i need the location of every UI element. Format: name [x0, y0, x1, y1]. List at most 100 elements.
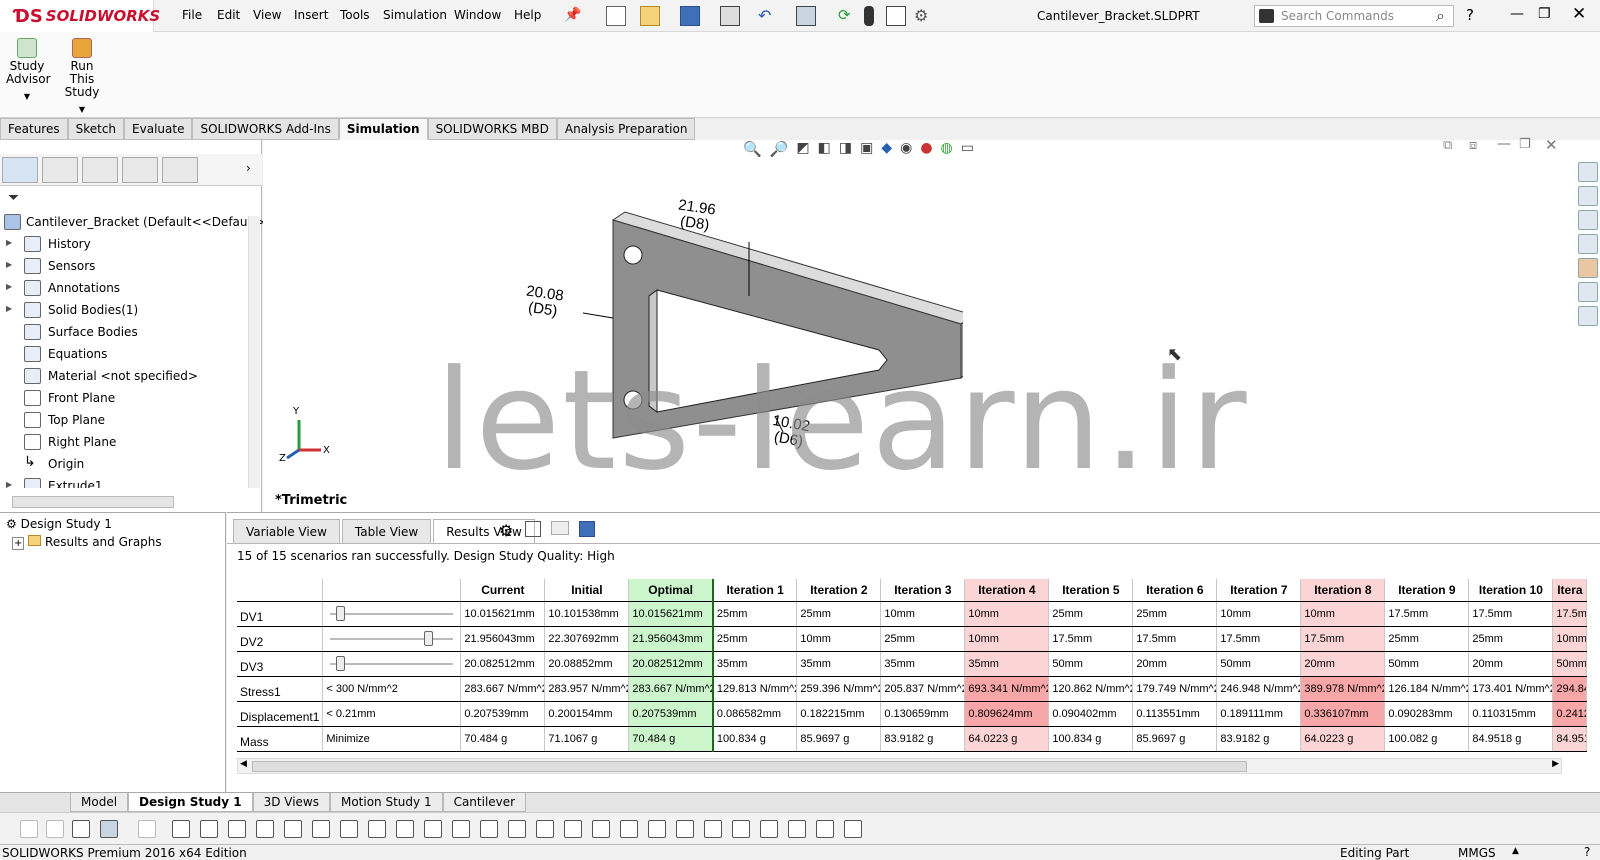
menu-file[interactable]: File	[182, 8, 202, 22]
design-library-icon[interactable]	[1578, 186, 1598, 206]
tree-item-extrude1[interactable]: ▶ Extrude1	[0, 476, 250, 488]
result-cell[interactable]: 20.08852mm	[544, 651, 630, 677]
tab-variable-view[interactable]: Variable View	[233, 519, 340, 543]
tool-icon[interactable]	[312, 820, 330, 838]
result-cell[interactable]: 0.090402mm	[1048, 701, 1134, 727]
feature-manager-tab-icon[interactable]	[2, 157, 38, 183]
variable-slider-cell[interactable]	[322, 601, 462, 627]
result-cell[interactable]: 10mm	[1216, 601, 1302, 627]
tab-motion-study-1[interactable]: Motion Study 1	[329, 793, 443, 812]
options-gear-icon[interactable]: ⚙	[914, 6, 934, 26]
menu-tools[interactable]: Tools	[340, 8, 370, 22]
apply-scene-icon[interactable]: ◍	[941, 140, 953, 160]
expand-arrow-icon[interactable]: ▶	[6, 238, 12, 247]
result-cell[interactable]: 120.862 N/mm^2	[1048, 676, 1134, 702]
tab-analysis-preparation[interactable]: Analysis Preparation	[556, 118, 696, 140]
edit-appearance-icon[interactable]: ●	[920, 140, 932, 160]
tree-horizontal-scrollbar[interactable]	[12, 496, 174, 508]
result-cell[interactable]: 17.5mm	[1048, 626, 1134, 652]
window-split-icon[interactable]: ⧈	[1469, 138, 1477, 153]
tree-item-front-plane[interactable]: Front Plane	[0, 388, 250, 410]
appearances-icon[interactable]	[1578, 258, 1598, 278]
configuration-manager-tab-icon[interactable]	[82, 157, 118, 183]
result-cell[interactable]: 205.837 N/mm^2	[880, 676, 966, 702]
dynamic-annotation-icon[interactable]: ◨	[839, 140, 852, 160]
constraint-cell[interactable]: Minimize	[322, 726, 462, 752]
slider-thumb[interactable]	[423, 630, 433, 646]
tool-icon[interactable]	[844, 820, 862, 838]
display-manager-tab-icon[interactable]	[162, 157, 198, 183]
result-cell[interactable]: 17.5mm	[1384, 601, 1470, 627]
forum-icon[interactable]	[1578, 306, 1598, 326]
result-cell[interactable]: 100.834 g	[712, 726, 798, 752]
header-iteration[interactable]: Iteration 5	[1048, 579, 1134, 602]
tree-vertical-scrollbar[interactable]	[248, 216, 260, 488]
result-cell[interactable]: 17.5mm	[1552, 601, 1588, 627]
result-cell[interactable]: 85.9697 g	[796, 726, 882, 752]
expand-arrow-icon[interactable]: ▶	[6, 480, 12, 488]
result-cell[interactable]: 25mm	[712, 626, 798, 652]
pin-icon[interactable]: 📌	[564, 7, 581, 23]
header-iteration-partial[interactable]: Itera	[1552, 579, 1588, 602]
dimxpert-tab-icon[interactable]	[122, 157, 158, 183]
result-cell[interactable]: 25mm	[880, 626, 966, 652]
result-cell[interactable]: 35mm	[796, 651, 882, 677]
result-cell[interactable]: 10mm	[1300, 601, 1386, 627]
slider-thumb[interactable]	[336, 605, 346, 621]
result-cell[interactable]: 25mm	[796, 601, 882, 627]
solidworks-logo[interactable]: ƊS SOLIDWORKS	[0, 0, 160, 32]
result-cell[interactable]: 0.189111mm	[1216, 701, 1302, 727]
restore-icon[interactable]: ❐	[1538, 6, 1551, 22]
tool-icon[interactable]	[732, 820, 750, 838]
result-cell[interactable]: 35mm	[880, 651, 966, 677]
hide-show-items-icon[interactable]: ◉	[900, 140, 912, 160]
slider-thumb[interactable]	[336, 655, 346, 671]
result-cell[interactable]: 85.9697 g	[1132, 726, 1218, 752]
previous-view-icon[interactable]: ◩	[796, 140, 809, 160]
minimize-icon[interactable]: —	[1510, 6, 1524, 22]
result-cell[interactable]: 20.082512mm	[460, 651, 546, 677]
result-cell[interactable]: 126.184 N/mm^2	[1384, 676, 1470, 702]
chevron-down-icon[interactable]: ▼	[58, 103, 106, 116]
header-iteration[interactable]: Iteration 3	[880, 579, 966, 602]
tool-icon[interactable]	[200, 820, 218, 838]
result-cell[interactable]: 84.9518 g	[1468, 726, 1554, 752]
result-cell[interactable]: 83.9182 g	[1216, 726, 1302, 752]
chevron-right-icon[interactable]: ›	[246, 161, 251, 175]
expand-arrow-icon[interactable]: ▶	[6, 282, 12, 291]
result-cell[interactable]: 25mm	[1468, 626, 1554, 652]
variable-slider[interactable]	[330, 655, 454, 671]
result-cell[interactable]: 25mm	[1384, 626, 1470, 652]
filter-icon[interactable]: ⏷	[8, 190, 19, 206]
result-cell[interactable]: 100.834 g	[1048, 726, 1134, 752]
result-cell[interactable]: 10mm	[796, 626, 882, 652]
tool-icon[interactable]	[172, 820, 190, 838]
result-cell[interactable]: 17.5mm	[1216, 626, 1302, 652]
tree-item-history[interactable]: ▶ History	[0, 234, 250, 256]
traffic-light-icon[interactable]	[864, 6, 874, 26]
scroll-right-icon[interactable]: ▶	[1552, 759, 1559, 769]
result-cell[interactable]: 173.401 N/mm^2	[1468, 676, 1554, 702]
dimension-d5-label[interactable]: 20.08 (D5)	[523, 283, 565, 321]
tree-item-top-plane[interactable]: Top Plane	[0, 410, 250, 432]
result-cell[interactable]: 21.956043mm	[628, 626, 714, 652]
menu-window[interactable]: Window	[454, 8, 501, 22]
run-this-study-button[interactable]: Run This Study ▼	[58, 36, 106, 116]
graphics-area[interactable]: 🔍 🔎 ◩ ◧ ◨ ▣ ◆ ◉ ● ◍ ▭ ⧉ ⧈ — ❐ ✕ 21.96 (D…	[263, 136, 1600, 512]
tool-icon[interactable]	[508, 820, 526, 838]
header-iteration[interactable]: Iteration 8	[1300, 579, 1386, 602]
result-cell[interactable]: 17.5mm	[1300, 626, 1386, 652]
tab-design-study-1[interactable]: Design Study 1	[128, 793, 253, 812]
result-cell[interactable]: 0.2412	[1552, 701, 1588, 727]
tool-icon[interactable]	[256, 820, 274, 838]
header-iteration[interactable]: Iteration 9	[1384, 579, 1470, 602]
tab-evaluate[interactable]: Evaluate	[124, 118, 193, 140]
menu-simulation[interactable]: Simulation	[383, 8, 447, 22]
open-folder-icon[interactable]	[640, 6, 660, 26]
tree-item-surface-bodies[interactable]: Surface Bodies	[0, 322, 250, 344]
tool-icon[interactable]	[676, 820, 694, 838]
dimension-d8-label[interactable]: 21.96 (D8)	[675, 197, 717, 235]
tool-icon[interactable]	[760, 820, 778, 838]
tool-icon[interactable]	[480, 820, 498, 838]
result-cell[interactable]: 0.200154mm	[544, 701, 630, 727]
